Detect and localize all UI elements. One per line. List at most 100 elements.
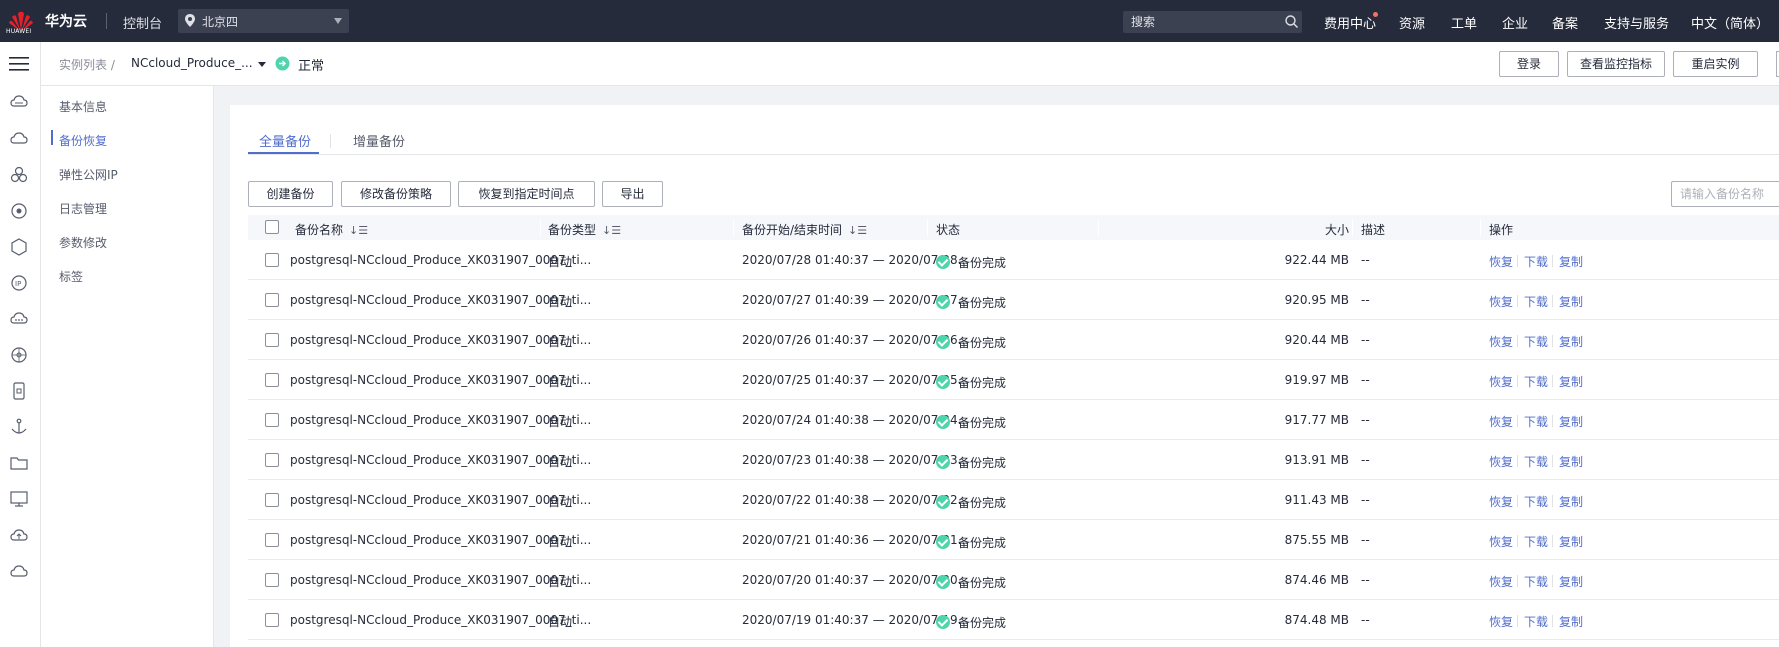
restore-link[interactable]: 恢复 [1489, 453, 1513, 470]
success-check-icon [936, 375, 950, 389]
modify-policy-button[interactable]: 修改备份策略 [341, 181, 451, 207]
download-link[interactable]: 下载 [1524, 573, 1548, 590]
col-backup-name[interactable]: 备份名称 ↓☰ [295, 221, 368, 238]
nav-enterprise[interactable]: 企业 [1502, 13, 1528, 32]
restore-link[interactable]: 恢复 [1489, 533, 1513, 550]
backup-time: 2020/07/24 01:40:38 — 2020/07/24... [742, 413, 970, 427]
sort-icon[interactable]: ↓☰ [848, 224, 867, 237]
backup-name-search-input[interactable] [1671, 181, 1779, 207]
mobile-icon[interactable] [10, 382, 28, 400]
col-backup-time[interactable]: 备份开始/结束时间 ↓☰ [742, 221, 867, 238]
login-button[interactable]: 登录 [1499, 51, 1559, 77]
restore-link[interactable]: 恢复 [1489, 493, 1513, 510]
nav-resources[interactable]: 资源 [1399, 13, 1425, 32]
ip-icon[interactable]: IP [10, 274, 28, 292]
row-checkbox[interactable] [265, 333, 279, 347]
copy-link[interactable]: 复制 [1559, 253, 1583, 270]
restore-link[interactable]: 恢复 [1489, 253, 1513, 270]
cube-icon[interactable] [10, 238, 28, 256]
copy-link[interactable]: 复制 [1559, 533, 1583, 550]
download-link[interactable]: 下载 [1524, 373, 1548, 390]
cloud-upload-icon[interactable] [10, 526, 28, 544]
tab-full-backup[interactable]: 全量备份 [259, 131, 311, 150]
copy-link[interactable]: 复制 [1559, 573, 1583, 590]
menu-icon[interactable] [9, 56, 29, 72]
network-icon[interactable] [10, 346, 28, 364]
sidebar-item-eip[interactable]: 弹性公网IP [59, 166, 118, 183]
copy-link[interactable]: 复制 [1559, 493, 1583, 510]
sidebar-item-basic-info[interactable]: 基本信息 [59, 98, 107, 115]
row-checkbox[interactable] [265, 573, 279, 587]
download-link[interactable]: 下载 [1524, 613, 1548, 630]
restore-link[interactable]: 恢复 [1489, 613, 1513, 630]
backup-status: 备份完成 [958, 256, 1007, 270]
sidebar-item-tags[interactable]: 标签 [59, 268, 83, 285]
search-icon[interactable] [1285, 15, 1298, 28]
folder-icon[interactable] [10, 454, 28, 472]
download-link[interactable]: 下载 [1524, 333, 1548, 350]
search-input[interactable] [1123, 11, 1302, 33]
nav-icp-filing[interactable]: 备案 [1552, 13, 1578, 32]
monitor-icon[interactable] [10, 490, 28, 508]
row-checkbox[interactable] [265, 453, 279, 467]
backup-size: 920.44 MB [1284, 333, 1349, 347]
select-all-checkbox[interactable] [265, 220, 279, 234]
restore-link[interactable]: 恢复 [1489, 573, 1513, 590]
cluster-icon[interactable] [10, 166, 28, 184]
region-select[interactable]: 北京四 [178, 9, 349, 33]
nav-billing-center[interactable]: 费用中心 [1324, 13, 1376, 32]
row-checkbox[interactable] [265, 253, 279, 267]
copy-link[interactable]: 复制 [1559, 613, 1583, 630]
create-backup-button[interactable]: 创建备份 [248, 181, 333, 207]
row-checkbox[interactable] [265, 373, 279, 387]
sidebar-item-parameters[interactable]: 参数修改 [59, 234, 107, 251]
download-link[interactable]: 下载 [1524, 493, 1548, 510]
cloud-dots-icon[interactable] [10, 310, 28, 328]
backup-status: 备份完成 [958, 616, 1007, 630]
sort-icon[interactable]: ↓☰ [602, 224, 621, 237]
tab-divider [330, 134, 331, 148]
row-checkbox[interactable] [265, 533, 279, 547]
restore-link[interactable]: 恢复 [1489, 373, 1513, 390]
sidebar-item-logs[interactable]: 日志管理 [59, 200, 107, 217]
download-link[interactable]: 下载 [1524, 413, 1548, 430]
copy-link[interactable]: 复制 [1559, 373, 1583, 390]
cloud-outline-icon[interactable] [10, 562, 28, 580]
anchor-icon[interactable] [10, 418, 28, 436]
console-link[interactable]: 控制台 [123, 13, 162, 32]
restore-link[interactable]: 恢复 [1489, 413, 1513, 430]
cloud-icon[interactable] [10, 130, 28, 148]
sidebar-item-backup-restore[interactable]: 备份恢复 [59, 132, 107, 149]
tab-incremental-backup[interactable]: 增量备份 [353, 131, 405, 150]
restore-to-point-button[interactable]: 恢复到指定时间点 [458, 181, 595, 207]
copy-link[interactable]: 复制 [1559, 413, 1583, 430]
download-link[interactable]: 下载 [1524, 293, 1548, 310]
breadcrumb[interactable]: 实例列表 / [59, 56, 115, 73]
chevron-down-icon[interactable] [258, 62, 266, 67]
restart-instance-button[interactable]: 重启实例 [1673, 51, 1758, 77]
restore-link[interactable]: 恢复 [1489, 293, 1513, 310]
download-link[interactable]: 下载 [1524, 253, 1548, 270]
sort-icon[interactable]: ↓☰ [349, 224, 368, 237]
copy-link[interactable]: 复制 [1559, 333, 1583, 350]
export-button[interactable]: 导出 [602, 181, 663, 207]
row-checkbox[interactable] [265, 613, 279, 627]
copy-link[interactable]: 复制 [1559, 453, 1583, 470]
download-link[interactable]: 下载 [1524, 453, 1548, 470]
row-checkbox[interactable] [265, 293, 279, 307]
nav-tickets[interactable]: 工单 [1451, 13, 1477, 32]
cloud-server-icon[interactable] [10, 94, 28, 112]
col-backup-type[interactable]: 备份类型 ↓☰ [548, 221, 621, 238]
nav-support[interactable]: 支持与服务 [1604, 13, 1669, 32]
row-checkbox[interactable] [265, 413, 279, 427]
copy-link[interactable]: 复制 [1559, 293, 1583, 310]
view-metrics-button[interactable]: 查看监控指标 [1567, 51, 1665, 77]
nav-language[interactable]: 中文（简体） [1691, 13, 1769, 32]
backup-type: 自动 [548, 335, 573, 349]
top-bar: HUAWEI 华为云 控制台 北京四 费用中心 资源 工单 企业 备案 支持与服… [0, 0, 1779, 42]
eye-icon[interactable] [10, 202, 28, 220]
restore-link[interactable]: 恢复 [1489, 333, 1513, 350]
brand-name[interactable]: 华为云 [45, 11, 87, 31]
row-checkbox[interactable] [265, 493, 279, 507]
download-link[interactable]: 下载 [1524, 533, 1548, 550]
